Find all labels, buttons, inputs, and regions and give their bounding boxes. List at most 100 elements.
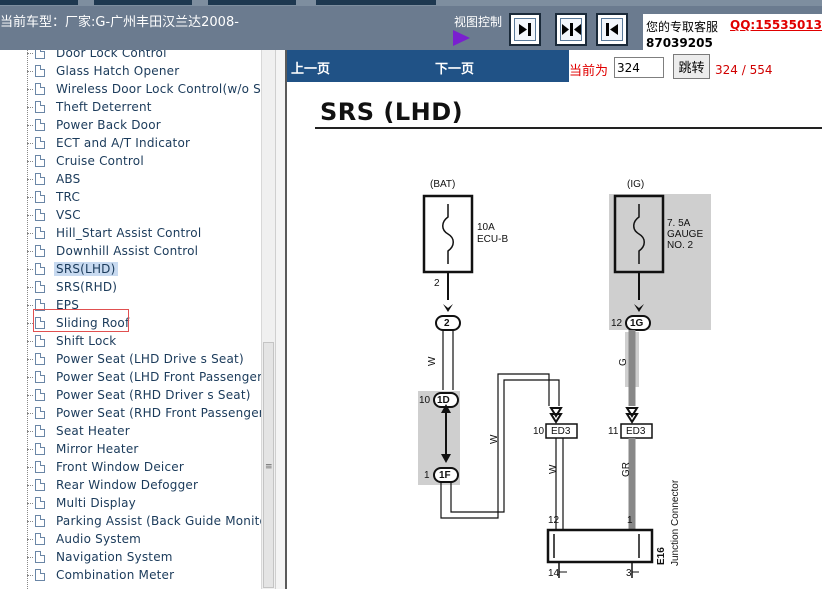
tree-guide-line: [27, 50, 28, 589]
tree-item[interactable]: Shift Lock: [27, 333, 261, 351]
pin-label: 1: [627, 515, 633, 526]
view-expand-left-button[interactable]: [596, 13, 628, 46]
fuse2-name-2: NO. 2: [667, 240, 694, 251]
view-expand-right-button[interactable]: [509, 13, 541, 46]
tree-connector: [27, 287, 33, 288]
document-icon: [35, 227, 45, 239]
jump-button[interactable]: 跳转: [673, 54, 710, 79]
tree-item[interactable]: Power Back Door: [27, 117, 261, 135]
topic-tree-sidebar: Door Lock Control Glass Hatch Opener Wirel…: [0, 50, 261, 589]
tree-connector: [27, 377, 33, 378]
sidebar-scrollbar[interactable]: ≡: [261, 50, 275, 589]
tree-item[interactable]: EPS: [27, 297, 261, 315]
tree-item[interactable]: Power Seat (RHD Front Passenger s: [27, 405, 261, 423]
pin-label: 2: [434, 278, 440, 289]
tree-item[interactable]: Door Lock Control: [27, 50, 261, 63]
tree-item-label: TRC: [56, 190, 81, 204]
tree-item[interactable]: Power Seat (LHD Front Passenger s: [27, 369, 261, 387]
document-icon: [35, 353, 45, 365]
tree-item[interactable]: Navigation System: [27, 549, 261, 567]
tree-connector: [27, 557, 33, 558]
customer-service-label: 您的专取客服: [646, 20, 719, 34]
e16-junction-connector: [546, 528, 654, 564]
current-car-model: 当前车型：厂家:G-广州丰田汉兰达2008-: [0, 15, 239, 30]
wire-color-label: W: [548, 464, 559, 474]
top-tab[interactable]: [94, 0, 192, 5]
split-arrows-icon: [562, 23, 581, 36]
tree-item[interactable]: TRC: [27, 189, 261, 207]
wiring-diagram-view: SRS (LHD) (BAT) (IG) 10A ECU-B 7. 5A GAU…: [287, 82, 822, 589]
tree-item[interactable]: Audio System: [27, 531, 261, 549]
document-icon: [35, 50, 45, 59]
document-icon: [35, 569, 45, 581]
tree-connector: [27, 359, 33, 360]
tree-item[interactable]: Seat Heater: [27, 423, 261, 441]
tree-item-label: Door Lock Control: [56, 50, 167, 60]
ig-shade: [609, 194, 711, 330]
document-icon: [35, 425, 45, 437]
connector-label: ED3: [551, 426, 571, 437]
tree-item[interactable]: SRS(LHD): [27, 261, 261, 279]
bat-label: (BAT): [430, 179, 456, 190]
document-icon: [35, 443, 45, 455]
wire: [450, 379, 560, 513]
qq-link[interactable]: QQ:1553501388: [730, 18, 822, 32]
tree-item[interactable]: Sliding Roof: [27, 315, 261, 333]
tree-item-label: SRS(LHD): [54, 262, 118, 276]
view-control-label: 视图控制: [454, 15, 503, 29]
tree-item[interactable]: Wireless Door Lock Control(w/o Sm: [27, 81, 261, 99]
tree-item-label: Power Seat (LHD Front Passenger s: [56, 370, 261, 384]
wire-color-label: GR: [621, 462, 632, 477]
tree-connector: [27, 197, 33, 198]
tree-item[interactable]: Multi Display: [27, 495, 261, 513]
wiring-schematic: [418, 194, 711, 578]
tree-item-label: Audio System: [56, 532, 142, 546]
tree-connector: [27, 449, 33, 450]
view-split-button[interactable]: [555, 13, 587, 46]
fuse-icon: [442, 204, 454, 264]
tree-item-label: Sliding Roof: [56, 316, 130, 330]
top-tab[interactable]: [0, 0, 78, 5]
tree-item[interactable]: Parking Assist (Back Guide Monitor: [27, 513, 261, 531]
tree-item[interactable]: Front Window Deicer: [27, 459, 261, 477]
document-icon: [35, 497, 45, 509]
prev-page-link[interactable]: 上一页: [291, 58, 330, 77]
tree-item[interactable]: Rear Window Defogger: [27, 477, 261, 495]
tree-item[interactable]: Theft Deterrent: [27, 99, 261, 117]
tree-item[interactable]: Hill_Start Assist Control: [27, 225, 261, 243]
junction-connector-label: Junction Connector: [670, 479, 681, 566]
scrollbar-thumb[interactable]: ≡: [263, 342, 274, 588]
tree-item-label: Parking Assist (Back Guide Monitor: [56, 514, 261, 528]
pin-label: 11: [608, 426, 619, 437]
tree-item[interactable]: VSC: [27, 207, 261, 225]
phone-number: 87039205: [646, 36, 713, 50]
tree-item[interactable]: Downhill Assist Control: [27, 243, 261, 261]
tree-item[interactable]: ECT and A/T Indicator: [27, 135, 261, 153]
top-tab[interactable]: [316, 0, 436, 5]
document-icon: [35, 335, 45, 347]
page-nav-bar: 上一页 下一页 当前为 跳转 324 / 554: [287, 50, 822, 82]
document-icon: [35, 317, 45, 329]
tree-connector: [27, 341, 33, 342]
tree-item[interactable]: Cruise Control: [27, 153, 261, 171]
pane-divider[interactable]: [275, 50, 287, 589]
arrow-right-bar-icon: [519, 23, 531, 36]
connector-label: 1D: [437, 395, 450, 406]
top-tab[interactable]: [208, 0, 296, 5]
tree-item[interactable]: Combination Meter: [27, 567, 261, 585]
wire-color-label: W: [489, 434, 500, 444]
page-number-input[interactable]: [614, 57, 664, 78]
tree-item-label: Rear Window Defogger: [56, 478, 199, 492]
connector-label: ED3: [626, 426, 646, 437]
tree-item-label: EPS: [56, 298, 80, 312]
tree-item[interactable]: ABS: [27, 171, 261, 189]
document-icon: [35, 515, 45, 527]
tree-item[interactable]: Glass Hatch Opener: [27, 63, 261, 81]
tree-item[interactable]: SRS(RHD): [27, 279, 261, 297]
tree-item-label: Seat Heater: [56, 424, 130, 438]
tree-item[interactable]: Mirror Heater: [27, 441, 261, 459]
tree-item[interactable]: Power Seat (RHD Driver s Seat): [27, 387, 261, 405]
pin-label: 12: [548, 515, 560, 526]
tree-item[interactable]: Power Seat (LHD Drive s Seat): [27, 351, 261, 369]
next-page-link[interactable]: 下一页: [435, 58, 474, 77]
